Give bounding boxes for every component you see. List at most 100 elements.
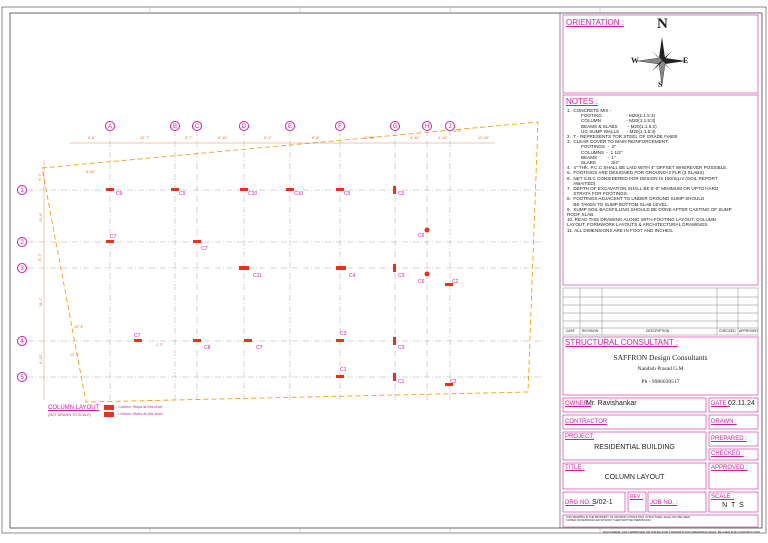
legend-swatch-start: [104, 412, 114, 417]
column-mark: [106, 240, 114, 243]
notes-list: 1. CONCRETE MIX - FOOTING - M20(1:1.5:3)…: [567, 108, 755, 233]
column-label: C1: [398, 379, 405, 385]
column-mark: [240, 188, 248, 191]
legend-title: COLUMN LAYOUT: [48, 405, 100, 411]
approved-label: APPROVED :: [711, 465, 748, 471]
consultant-heading: STRUCTURAL CONSULTANT :: [565, 338, 679, 347]
column-label: C3: [398, 345, 405, 351]
dimension-label: 11'-10": [478, 136, 490, 140]
column-mark: [244, 339, 252, 342]
column-label: C2: [450, 379, 457, 385]
column-label: C7: [201, 246, 208, 252]
grid-bubble-col: D: [239, 121, 249, 131]
note-line: 9. SUMP SOIL BACKFILLING SHOULD BE DONE …: [567, 206, 732, 212]
revision-table: [562, 287, 759, 336]
plan-note: 10" Φ: [74, 325, 84, 329]
dimension-label: 6'-7": [37, 253, 42, 261]
checked-label: CHECKED :: [711, 451, 744, 457]
rev-header-revision: REVISION: [582, 329, 599, 333]
column-label: C10: [294, 191, 304, 197]
dimension-label: 4'-90": [410, 136, 420, 140]
legend-scale-note: (NOT DRAWN TO SCALE): [48, 413, 91, 417]
title-label: TITLE :: [565, 465, 585, 471]
prepared-label: PREPARED :: [711, 436, 747, 442]
dimension-label: 10'-6": [38, 212, 43, 222]
sheet-svg: [1, 6, 767, 534]
rev-header-description: DESCRIPTION: [646, 329, 670, 333]
column-label: C9: [179, 191, 186, 197]
note-line: 11. ALL DIMENSIONS ARE IN FOOT AND INCHE…: [567, 227, 674, 233]
rev-label: REV :: [630, 494, 644, 500]
column-label: C2: [452, 279, 459, 285]
column-label: C7: [134, 333, 141, 339]
grid-bubble-col: A: [105, 121, 115, 131]
legend-item-start: - Column Starts at this level: [116, 412, 163, 416]
dimension-label: 8'-8": [312, 136, 320, 140]
plan-note: 1'-3": [156, 343, 164, 347]
column-label: C3: [340, 331, 347, 337]
compass-north-label: N: [657, 16, 668, 32]
column-mark: [193, 339, 201, 342]
column-mark: [336, 188, 344, 191]
grid-bubble-col: G: [390, 121, 400, 131]
dimension-label: 6'-6": [88, 136, 96, 140]
dimension-label: 18'-1": [38, 297, 43, 307]
north-arrow-icon: [637, 37, 686, 86]
grid-bubble-row: 1: [17, 185, 27, 195]
contractor-label: CONTRACTOR: [565, 419, 608, 425]
grid-bubble-col: C: [192, 121, 202, 131]
dimension-label: 11'-90": [364, 136, 376, 140]
grid-bubble-col: H: [422, 121, 432, 131]
dimension-label: 6'-7": [37, 173, 42, 181]
column-mark: [336, 339, 344, 342]
column-label: C5: [344, 191, 351, 197]
grid-bubble-row: 4: [17, 336, 27, 346]
column-mark: [286, 188, 294, 191]
column-mark: [193, 240, 201, 243]
column-label: C1: [340, 367, 347, 373]
column-mark: [134, 339, 142, 342]
compass-east-label: E: [683, 56, 689, 65]
drawing-sheet: ABCDEFGHJ12345 6'-6" 12'-7" 4'-7" 8'-10" 9'-…: [0, 0, 768, 543]
date-value: 02.11.24: [728, 400, 755, 407]
grid-bubble-col: F: [335, 121, 345, 131]
disclaimer: DISCLAIMER: ONLY APPROVED OR ISSUED FOR …: [603, 530, 760, 534]
column-label: C7: [110, 234, 117, 240]
orientation-title: ORIENTATION :: [566, 18, 624, 27]
column-mark: [393, 373, 396, 381]
column-label: C8: [204, 345, 211, 351]
rev-header-approved: APPROVED: [739, 329, 758, 333]
property-notice: THIS DRAWING IS THE PROPERTY OF SAFFRON …: [566, 516, 691, 523]
grid-bubble-row: 2: [17, 237, 27, 247]
consultant-person: Nandish Prasad G.M: [637, 366, 684, 372]
column-label: C11: [253, 273, 262, 279]
drawn-label: DRAWN :: [711, 419, 737, 425]
column-mark: [424, 271, 430, 277]
rev-header-date: DATE: [566, 329, 575, 333]
column-label: C10: [248, 191, 258, 197]
job-no-label: JOB NO. :: [650, 500, 678, 506]
plan-note: 12' 3": [70, 353, 79, 357]
scale-value: N T S: [722, 502, 745, 509]
compass-south-label: S: [658, 80, 663, 89]
grid-bubble-col: E: [285, 121, 295, 131]
dimension-label: 4'-10": [438, 136, 448, 140]
plan-note: 6'-4": [454, 129, 462, 133]
project-label: PROJECT:: [565, 434, 595, 440]
column-mark: [239, 266, 249, 270]
grid-bubble-row: 3: [17, 263, 27, 273]
dimension-label: 9'-1": [264, 136, 272, 140]
rev-header-checked: CHECKED: [719, 329, 736, 333]
column-markers: [106, 186, 453, 386]
column-label: C9: [116, 191, 123, 197]
dimension-label: 12'-7": [140, 136, 150, 140]
column-mark: [393, 186, 396, 194]
owner-value: Mr. Ravishankar: [586, 400, 637, 407]
notes-title: NOTES :: [566, 97, 599, 106]
column-mark: [424, 227, 430, 233]
dimension-label: 4'-7": [185, 136, 193, 140]
consultant-firm: SAFFRON Design Consultants: [613, 353, 708, 362]
legend-item-stop: - Column Stops at this level: [116, 405, 163, 409]
scale-label: SCALE :: [711, 494, 735, 500]
drg-no-label: DRG NO. :: [565, 500, 595, 506]
